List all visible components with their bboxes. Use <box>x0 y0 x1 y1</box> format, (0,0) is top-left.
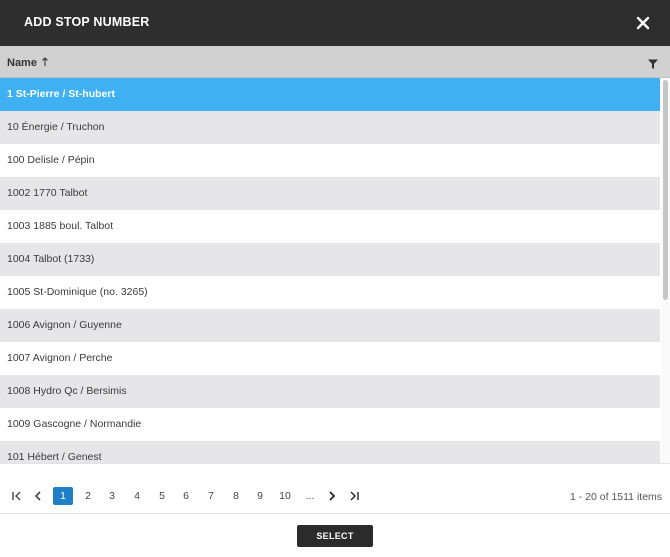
page-10-button[interactable]: 10 <box>275 487 295 505</box>
column-header-label: Name <box>7 57 37 69</box>
table-row[interactable]: 1 St-Pierre / St-hubert <box>0 78 660 111</box>
filter-icon[interactable] <box>647 57 659 69</box>
column-header-name[interactable]: Name <box>0 46 670 78</box>
select-button[interactable]: SELECT <box>297 525 373 547</box>
pager-info: 1 - 20 of 1511 items <box>570 491 663 503</box>
first-page-icon[interactable] <box>9 487 25 505</box>
page-9-button[interactable]: 9 <box>250 487 270 505</box>
close-icon[interactable] <box>633 13 653 33</box>
table-row[interactable]: 1005 St-Dominique (no. 3265) <box>0 276 660 309</box>
page-ellipsis[interactable]: ... <box>300 487 320 505</box>
page-7-button[interactable]: 7 <box>201 487 221 505</box>
grid-scrollbar[interactable] <box>661 78 670 463</box>
scrollbar-thumb[interactable] <box>663 80 668 300</box>
page-3-button[interactable]: 3 <box>102 487 122 505</box>
table-row[interactable]: 1003 1885 boul. Talbot <box>0 210 660 243</box>
page-4-button[interactable]: 4 <box>127 487 147 505</box>
page-8-button[interactable]: 8 <box>226 487 246 505</box>
table-row[interactable]: 101 Hébert / Genest <box>0 441 660 463</box>
table-row[interactable]: 1004 Talbot (1733) <box>0 243 660 276</box>
table-row[interactable]: 100 Delisle / Pépin <box>0 144 660 177</box>
page-1-button[interactable]: 1 <box>53 487 73 505</box>
last-page-icon[interactable] <box>346 487 362 505</box>
table-row[interactable]: 1002 1770 Talbot <box>0 177 660 210</box>
grid-rows: 1 St-Pierre / St-hubert 10 Énergie / Truc… <box>0 78 660 463</box>
page-2-button[interactable]: 2 <box>78 487 98 505</box>
dialog-header: ADD STOP NUMBER <box>0 0 670 46</box>
table-row[interactable]: 1007 Avignon / Perche <box>0 342 660 375</box>
dialog-title: ADD STOP NUMBER <box>24 15 150 29</box>
table-row[interactable]: 1009 Gascogne / Normandie <box>0 408 660 441</box>
page-5-button[interactable]: 5 <box>152 487 172 505</box>
table-row[interactable]: 1006 Avignon / Guyenne <box>0 309 660 342</box>
table-row[interactable]: 10 Énergie / Truchon <box>0 111 660 144</box>
table-row[interactable]: 1008 Hydro Qc / Bersimis <box>0 375 660 408</box>
page-6-button[interactable]: 6 <box>176 487 196 505</box>
add-stop-number-dialog: ADD STOP NUMBER Name 1 St-Pierre / St-hu… <box>0 0 670 557</box>
arrow-up-icon <box>40 55 50 67</box>
pager: 1 2 3 4 5 6 7 8 9 10... 1 - 20 of 1511 items <box>0 478 670 514</box>
dialog-footer: SELECT <box>0 515 670 557</box>
chevron-left-icon[interactable] <box>30 487 46 505</box>
stop-grid: 1 St-Pierre / St-hubert 10 Énergie / Truc… <box>0 78 670 464</box>
chevron-right-icon[interactable] <box>324 487 340 505</box>
